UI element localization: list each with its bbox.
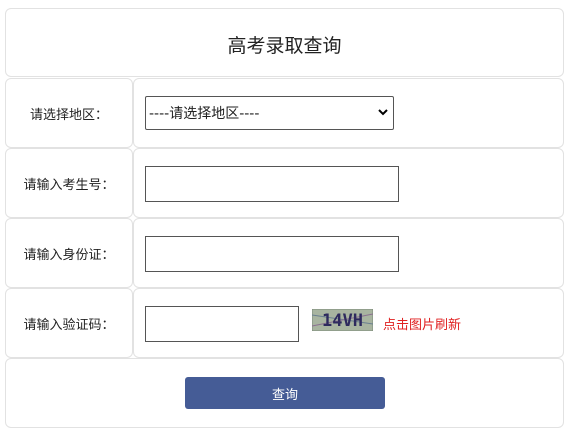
captcha-text: 14VH [322,311,363,331]
region-field-cell: ----请选择地区---- [133,78,564,148]
chevron-down-icon [378,109,388,116]
id-number-row: 请输入身份证： [5,218,564,288]
exam-number-field-cell [133,148,564,218]
page-title: 高考录取查询 [227,35,342,57]
submit-card: 查询 [5,358,564,428]
id-number-field-cell [133,218,564,288]
query-button[interactable]: 查询 [185,377,385,409]
exam-number-row: 请输入考生号： [5,148,564,218]
captcha-image[interactable]: 14VH [312,309,373,331]
captcha-row: 请输入验证码： 14VH 点击图片刷新 [5,288,564,358]
region-label: 请选择地区： [5,78,133,148]
captcha-input[interactable] [145,306,299,342]
captcha-field-cell: 14VH 点击图片刷新 [133,288,564,358]
region-select-value: ----请选择地区---- [149,106,260,122]
exam-number-input[interactable] [145,166,399,202]
title-card: 高考录取查询 [5,8,564,77]
captcha-label: 请输入验证码： [5,288,133,358]
exam-number-label: 请输入考生号： [5,148,133,218]
id-number-label: 请输入身份证： [5,218,133,288]
region-select[interactable]: ----请选择地区---- [145,96,394,130]
id-number-input[interactable] [145,236,399,272]
region-row: 请选择地区： ----请选择地区---- [5,78,564,148]
refresh-captcha-link[interactable]: 点击图片刷新 [383,314,461,333]
